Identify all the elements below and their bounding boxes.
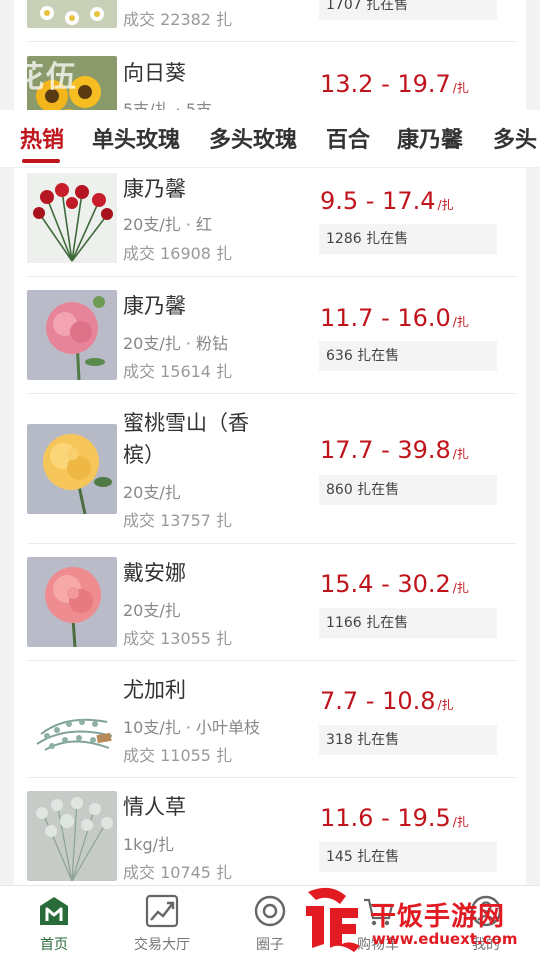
stock-count: 636 扎在售 <box>319 341 497 371</box>
product-name: 戴安娜 <box>123 561 186 585</box>
list-item[interactable]: 康乃馨 20支/扎 · 红 成交 16908 扎 9.5 - 17.4/扎 12… <box>14 168 526 278</box>
stock-count: 318 扎在售 <box>319 725 497 755</box>
nav-home[interactable]: 首页 <box>0 894 108 954</box>
product-spec: 1kg/扎 <box>123 835 174 854</box>
product-image <box>27 173 117 263</box>
product-image <box>27 0 117 28</box>
price-value: 11.7 - 16.0 <box>320 304 451 332</box>
list-item[interactable]: 情人草 1kg/扎 成交 10745 扎 11.6 - 19.5/扎 145 扎… <box>14 778 526 885</box>
deal-count: 成交 10745 扎 <box>123 863 233 882</box>
price-range: 9.5 - 17.4/扎 <box>320 187 454 215</box>
product-image <box>27 557 117 647</box>
watermark-logo-icon <box>300 884 366 952</box>
brand-logo-ghost: 花伍 <box>14 60 78 95</box>
active-tab-indicator <box>22 159 60 163</box>
product-spec: 20支/扎 <box>123 601 181 620</box>
nav-label: 首页 <box>40 937 68 953</box>
list-item-partial-top[interactable]: 成交 22382 扎 1707 扎在售 <box>14 0 526 42</box>
product-name: 康乃馨 <box>123 177 186 201</box>
price-unit: /扎 <box>452 581 469 595</box>
watermark-url: www.eduext.com <box>372 930 518 948</box>
stock-count: 1707 扎在售 <box>319 0 497 20</box>
nav-trading-hall[interactable]: 交易大厅 <box>108 894 216 954</box>
tab-carnation[interactable]: 康乃馨 <box>397 122 463 154</box>
category-tab-bar[interactable]: 热销 单头玫瑰 多头玫瑰 百合 康乃馨 多头 <box>0 110 540 168</box>
home-m-icon <box>37 894 71 928</box>
deal-count: 成交 16908 扎 <box>123 244 233 263</box>
product-spec: 20支/扎 · 粉钻 <box>123 334 229 353</box>
product-spec: 10支/扎 · 小叶单枝 <box>123 718 261 737</box>
tab-lily[interactable]: 百合 <box>326 122 370 154</box>
list-item[interactable]: 尤加利 10支/扎 · 小叶单枝 成交 11055 扎 7.7 - 10.8/扎… <box>14 661 526 778</box>
price-range: 7.7 - 10.8/扎 <box>320 687 454 715</box>
product-image <box>27 290 117 380</box>
product-name: 向日葵 <box>123 61 186 85</box>
price-range: 11.7 - 16.0/扎 <box>320 304 469 332</box>
stock-count: 1286 扎在售 <box>319 224 497 254</box>
product-spec: 20支/扎 · 红 <box>123 215 213 234</box>
price-unit: /扎 <box>437 198 454 212</box>
deal-count: 成交 11055 扎 <box>123 746 233 765</box>
price-unit: /扎 <box>437 698 454 712</box>
deal-count: 成交 15614 扎 <box>123 362 233 381</box>
stock-count: 1166 扎在售 <box>319 608 497 638</box>
list-item[interactable]: 蜜桃雪山（香 槟） 20支/扎 成交 13757 扎 17.7 - 39.8/扎… <box>14 394 526 544</box>
stock-count: 145 扎在售 <box>319 842 497 872</box>
price-unit: /扎 <box>452 315 469 329</box>
price-range: 13.2 - 19.7/扎 <box>320 70 469 98</box>
product-image <box>27 674 117 764</box>
price-value: 7.7 - 10.8 <box>320 687 436 715</box>
app-screen: 成交 22382 扎 1707 扎在售 向日葵 5支/扎 · 5支 13.2 -… <box>0 0 540 960</box>
tab-multi-head[interactable]: 多头 <box>493 122 537 154</box>
deal-count: 成交 13757 扎 <box>123 511 233 530</box>
price-unit: /扎 <box>452 81 469 95</box>
price-range: 17.7 - 39.8/扎 <box>320 436 469 464</box>
price-range: 15.4 - 30.2/扎 <box>320 570 469 598</box>
nav-label: 交易大厅 <box>134 937 190 953</box>
product-name: 蜜桃雪山（香 <box>123 411 249 435</box>
circle-icon <box>253 894 287 928</box>
watermark-title: 干饭手游网 <box>370 902 506 932</box>
deal-count: 成交 22382 扎 <box>123 10 233 29</box>
tab-multi-rose[interactable]: 多头玫瑰 <box>209 122 297 154</box>
price-value: 15.4 - 30.2 <box>320 570 451 598</box>
stock-count: 860 扎在售 <box>319 475 497 505</box>
price-value: 9.5 - 17.4 <box>320 187 436 215</box>
deal-count: 成交 13055 扎 <box>123 629 233 648</box>
product-name-line2: 槟） <box>123 443 165 467</box>
price-value: 13.2 - 19.7 <box>320 70 451 98</box>
site-watermark: 干饭手游网 www.eduext.com <box>300 887 540 956</box>
tab-hot[interactable]: 热销 <box>20 122 64 154</box>
price-range: 11.6 - 19.5/扎 <box>320 804 469 832</box>
price-value: 17.7 - 39.8 <box>320 436 451 464</box>
product-name: 康乃馨 <box>123 294 186 318</box>
product-name: 尤加利 <box>123 678 186 702</box>
price-unit: /扎 <box>452 815 469 829</box>
chart-icon <box>145 894 179 928</box>
price-value: 11.6 - 19.5 <box>320 804 451 832</box>
product-name: 情人草 <box>123 795 186 819</box>
list-item[interactable]: 康乃馨 20支/扎 · 粉钻 成交 15614 扎 11.7 - 16.0/扎 … <box>14 277 526 394</box>
product-image <box>27 791 117 881</box>
tab-single-rose[interactable]: 单头玫瑰 <box>92 122 180 154</box>
product-image <box>27 424 117 514</box>
product-spec: 20支/扎 <box>123 483 181 502</box>
price-unit: /扎 <box>452 447 469 461</box>
list-item[interactable]: 戴安娜 20支/扎 成交 13055 扎 15.4 - 30.2/扎 1166 … <box>14 544 526 661</box>
